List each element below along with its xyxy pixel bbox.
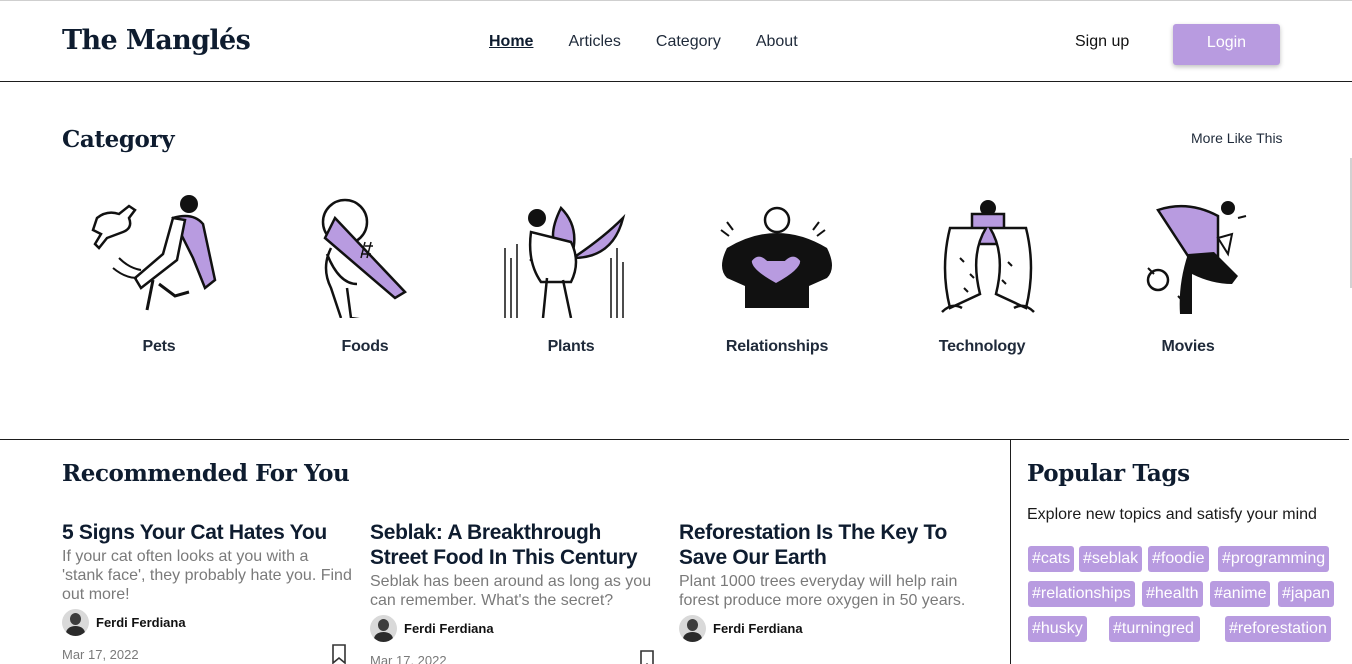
pets-illustration	[91, 195, 217, 311]
article-date: Mar 17, 2022	[62, 646, 139, 662]
movies-illustration	[1146, 201, 1247, 314]
category-label: Movies	[1161, 338, 1215, 355]
tag-chip[interactable]: #japan	[1278, 581, 1335, 607]
site-logo[interactable]: The Manglés	[62, 25, 251, 56]
login-button[interactable]: Login	[1173, 24, 1280, 65]
category-label: Plants	[547, 338, 595, 355]
tag-chip[interactable]: #anime	[1210, 581, 1271, 607]
author-name: Ferdi Ferdiana	[404, 621, 494, 636]
category-label: Technology	[938, 338, 1026, 355]
popular-tags-title: Popular Tags	[1027, 460, 1190, 487]
avatar	[370, 615, 397, 642]
article-author[interactable]: Ferdi Ferdiana	[679, 615, 971, 642]
tag-chip[interactable]: #relationships	[1028, 581, 1135, 607]
bookmark-icon[interactable]	[639, 650, 655, 664]
avatar	[679, 615, 706, 642]
category-plants[interactable]: Plants	[491, 188, 651, 356]
category-label: Pets	[142, 338, 176, 355]
category-pets[interactable]: Pets	[79, 188, 239, 356]
article-meta: Mar 17, 2022	[62, 644, 347, 664]
tag-chip[interactable]: #foodie	[1148, 546, 1209, 572]
article-date: Mar 17, 2022	[370, 652, 447, 664]
section-divider	[0, 439, 1349, 440]
author-name: Ferdi Ferdiana	[96, 615, 186, 630]
nav-category[interactable]: Category	[656, 32, 721, 52]
avatar	[62, 609, 89, 636]
tag-chip[interactable]: #turningred	[1109, 616, 1200, 642]
article-card[interactable]: Seblak: A Breakthrough Street Food In Th…	[370, 520, 662, 664]
category-label: Foods	[341, 338, 389, 355]
technology-illustration	[941, 200, 1035, 313]
tag-chip[interactable]: #programming	[1218, 546, 1330, 572]
category-label: Relationships	[725, 338, 829, 355]
category-foods[interactable]: Foods	[285, 188, 445, 356]
author-name: Ferdi Ferdiana	[713, 621, 803, 636]
plants-illustration	[504, 205, 626, 318]
article-author[interactable]: Ferdi Ferdiana	[370, 615, 662, 642]
top-navbar: The Manglés Home Articles Category About…	[0, 0, 1352, 82]
tag-chip[interactable]: #cats	[1028, 546, 1075, 572]
tag-chip[interactable]: #health	[1142, 581, 1203, 607]
tag-chip[interactable]: #seblak	[1079, 546, 1143, 572]
nav-about[interactable]: About	[756, 32, 798, 52]
relationships-illustration	[720, 206, 832, 308]
article-card[interactable]: 5 Signs Your Cat Hates You If your cat o…	[62, 520, 354, 664]
article-excerpt: Plant 1000 trees everyday will help rain…	[679, 573, 966, 609]
tag-chip[interactable]: #reforestation	[1225, 616, 1331, 642]
tag-chip[interactable]: #husky	[1028, 616, 1087, 642]
bookmark-icon[interactable]	[331, 644, 347, 664]
signup-link[interactable]: Sign up	[1075, 33, 1129, 51]
nav-home[interactable]: Home	[489, 32, 533, 52]
category-technology[interactable]: Technology	[902, 188, 1062, 356]
nav-articles[interactable]: Articles	[568, 32, 620, 52]
sidebar-divider	[1010, 440, 1011, 664]
category-movies[interactable]: Movies	[1108, 188, 1268, 356]
main-nav: Home Articles Category About	[489, 32, 833, 52]
article-card[interactable]: Reforestation Is The Key To Save Our Ear…	[679, 520, 971, 642]
foods-illustration	[321, 198, 407, 318]
category-title: Category	[62, 126, 175, 153]
popular-tags-subtitle: Explore new topics and satisfy your mind	[1027, 506, 1317, 523]
more-like-this-link[interactable]: More Like This	[1191, 130, 1283, 146]
article-excerpt: Seblak has been around as long as you ca…	[370, 573, 652, 609]
article-excerpt: If your cat often looks at you with a 's…	[62, 548, 352, 603]
article-title[interactable]: Reforestation Is The Key To Save Our Ear…	[679, 520, 971, 570]
category-relationships[interactable]: Relationships	[697, 188, 857, 356]
article-meta: Mar 17, 2022	[370, 650, 655, 664]
article-author[interactable]: Ferdi Ferdiana	[62, 609, 354, 636]
article-title[interactable]: Seblak: A Breakthrough Street Food In Th…	[370, 520, 662, 570]
recommended-title: Recommended For You	[62, 460, 350, 487]
article-title[interactable]: 5 Signs Your Cat Hates You	[62, 520, 354, 545]
